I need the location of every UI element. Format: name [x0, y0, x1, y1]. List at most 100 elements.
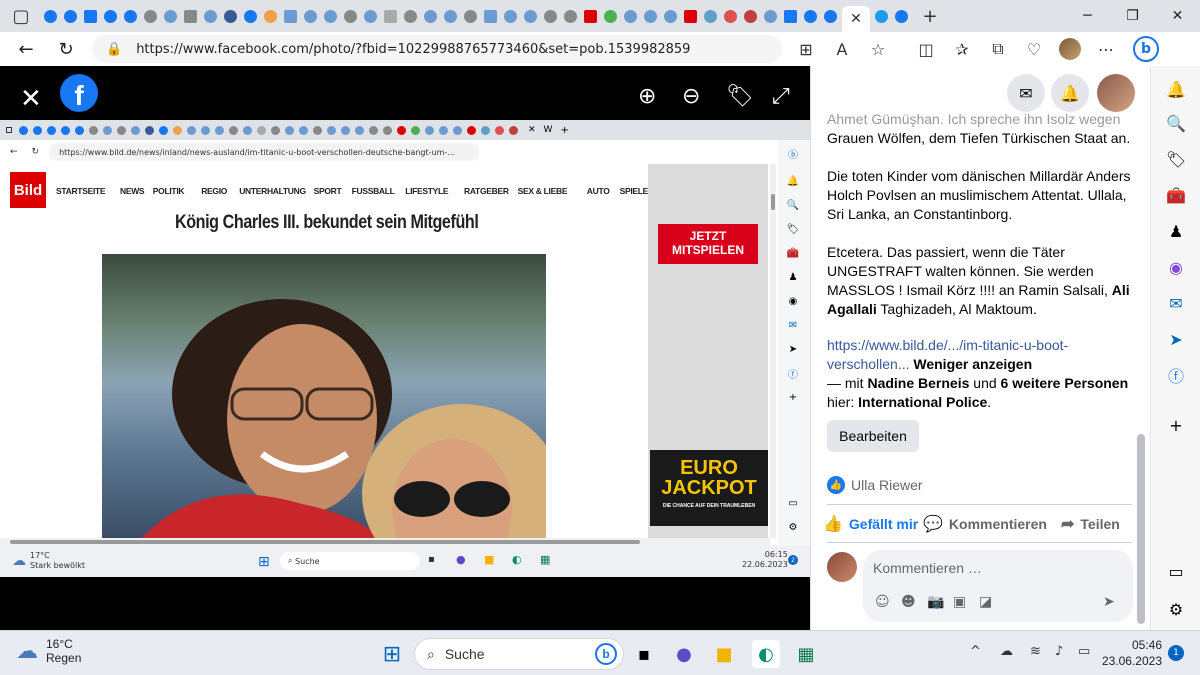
browser-tab[interactable]: [422, 7, 439, 26]
emoji-icon[interactable]: ☻: [901, 594, 916, 610]
add-sidebar-icon[interactable]: +: [1165, 414, 1187, 436]
panel-scrollbar[interactable]: [1137, 434, 1145, 624]
facebook-logo[interactable]: f: [60, 74, 98, 112]
teams-icon[interactable]: ●: [670, 640, 698, 668]
favorites-icon[interactable]: ✰: [944, 32, 980, 66]
browser-tab[interactable]: [662, 7, 679, 26]
comment-button[interactable]: 💬 Kommentieren: [923, 514, 1047, 534]
browser-tab[interactable]: [42, 7, 59, 26]
zoom-out-icon[interactable]: ⊖: [682, 84, 700, 109]
browser-tab[interactable]: [342, 7, 359, 26]
browser-tab[interactable]: [282, 7, 299, 26]
fullscreen-icon[interactable]: ⤢: [772, 84, 790, 109]
browser-tab[interactable]: [182, 7, 199, 26]
show-less-link[interactable]: Weniger anzeigen: [913, 356, 1032, 372]
browser-tab[interactable]: [122, 7, 139, 26]
speaker-icon[interactable]: ♪: [1055, 644, 1063, 659]
commenter-avatar[interactable]: [827, 552, 857, 582]
wifi-icon[interactable]: ≋: [1030, 644, 1041, 659]
tab-actions-icon[interactable]: ▢: [8, 3, 34, 29]
apps-icon[interactable]: ⊞: [788, 32, 824, 66]
browser-tab[interactable]: [682, 7, 699, 26]
more-menu-icon[interactable]: ⋯: [1088, 32, 1124, 66]
refresh-button[interactable]: ↻: [46, 32, 86, 66]
weather-widget[interactable]: ☁ 16°C Regen: [16, 637, 81, 665]
tag-icon[interactable]: 🏷: [726, 84, 754, 109]
browser-tab[interactable]: [742, 7, 759, 26]
browser-tab[interactable]: [702, 7, 719, 26]
browser-tab[interactable]: [242, 7, 259, 26]
browser-tab[interactable]: [262, 7, 279, 26]
notifications-bell-icon[interactable]: 🔔: [1051, 74, 1089, 112]
sticker-icon[interactable]: ◪: [979, 594, 992, 610]
camera-icon[interactable]: 📷: [927, 594, 944, 610]
browser-tab[interactable]: [642, 7, 659, 26]
browser-tab[interactable]: [582, 7, 599, 26]
notification-badge[interactable]: 1: [1168, 645, 1184, 661]
send-icon[interactable]: ➤: [1103, 594, 1115, 610]
edge-icon[interactable]: ◐: [752, 640, 780, 668]
onedrive-icon[interactable]: ☁: [1000, 644, 1013, 659]
outlook-icon[interactable]: ✉: [1165, 292, 1187, 314]
back-button[interactable]: ←: [6, 32, 46, 66]
browser-tab[interactable]: [602, 7, 619, 26]
avatar-sticker-icon[interactable]: ☺: [875, 594, 890, 610]
tab-active[interactable]: ✕: [842, 6, 870, 32]
browser-tab[interactable]: [462, 7, 479, 26]
browser-tab[interactable]: [502, 7, 519, 26]
browser-tab[interactable]: [62, 7, 79, 26]
browser-tab[interactable]: [782, 7, 799, 26]
browser-tab[interactable]: [522, 7, 539, 26]
url-field[interactable]: 🔒 https://www.facebook.com/photo/?fbid=1…: [92, 35, 782, 63]
favorite-star-icon[interactable]: ☆: [860, 32, 896, 66]
browser-tab[interactable]: [822, 7, 839, 26]
new-tab-button[interactable]: +: [917, 3, 943, 29]
minimize-button[interactable]: ─: [1065, 0, 1110, 32]
close-viewer-icon[interactable]: ✕: [20, 84, 42, 114]
file-explorer-icon[interactable]: ■: [710, 640, 738, 668]
heart-monitor-icon[interactable]: ♡: [1016, 32, 1052, 66]
browser-tab[interactable]: [482, 7, 499, 26]
browser-tab[interactable]: [722, 7, 739, 26]
location-link[interactable]: International Police: [858, 394, 987, 410]
search-icon[interactable]: 🔍: [1165, 112, 1187, 134]
bing-copilot-icon[interactable]: b: [1128, 32, 1164, 66]
like-button[interactable]: 👍 Gefällt mir: [823, 514, 918, 534]
restore-button[interactable]: ❐: [1110, 0, 1155, 32]
browser-tab[interactable]: [82, 7, 99, 26]
split-screen-icon[interactable]: ◫: [908, 32, 944, 66]
likes-summary[interactable]: 👍 Ulla Riewer: [827, 476, 923, 494]
browser-tab[interactable]: [302, 7, 319, 26]
browser-tab[interactable]: [322, 7, 339, 26]
taskbar-clock[interactable]: 05:46 23.06.2023: [1100, 637, 1162, 669]
browser-tab[interactable]: [402, 7, 419, 26]
start-button-icon[interactable]: ⊞: [378, 640, 406, 668]
office-icon[interactable]: ◉: [1165, 256, 1187, 278]
browser-tab[interactable]: [562, 7, 579, 26]
account-avatar[interactable]: [1097, 74, 1135, 112]
messenger-icon[interactable]: ✉: [1007, 74, 1045, 112]
hide-sidebar-icon[interactable]: ▭: [1165, 560, 1187, 582]
browser-tab[interactable]: [202, 7, 219, 26]
tools-icon[interactable]: 🧰: [1165, 184, 1187, 206]
collections-icon[interactable]: ⧉: [980, 32, 1016, 66]
zoom-in-icon[interactable]: ⊕: [638, 84, 656, 109]
taskbar-search[interactable]: ⌕ Suche b: [414, 638, 624, 670]
browser-tab[interactable]: [762, 7, 779, 26]
browser-tab[interactable]: [102, 7, 119, 26]
bell-icon[interactable]: 🔔: [1165, 78, 1187, 100]
gif-icon[interactable]: ▣: [953, 594, 966, 610]
browser-tab[interactable]: [142, 7, 159, 26]
store-icon[interactable]: ▦: [792, 640, 820, 668]
battery-icon[interactable]: ▭: [1078, 644, 1090, 659]
shopping-tag-icon[interactable]: 🏷: [1165, 148, 1187, 170]
chevron-up-icon[interactable]: ^: [970, 644, 981, 659]
share-button[interactable]: ➦ Teilen: [1061, 514, 1120, 534]
tag-others[interactable]: 6 weitere Personen: [1001, 375, 1129, 391]
browser-tab[interactable]: [542, 7, 559, 26]
read-aloud-icon[interactable]: A: [824, 32, 860, 66]
browser-tab[interactable]: [622, 7, 639, 26]
settings-gear-icon[interactable]: ⚙: [1165, 598, 1187, 620]
comment-input[interactable]: Kommentieren … ☺ ☻ 📷 ▣ ◪ ➤: [863, 550, 1133, 622]
profile-avatar[interactable]: [1052, 32, 1088, 66]
